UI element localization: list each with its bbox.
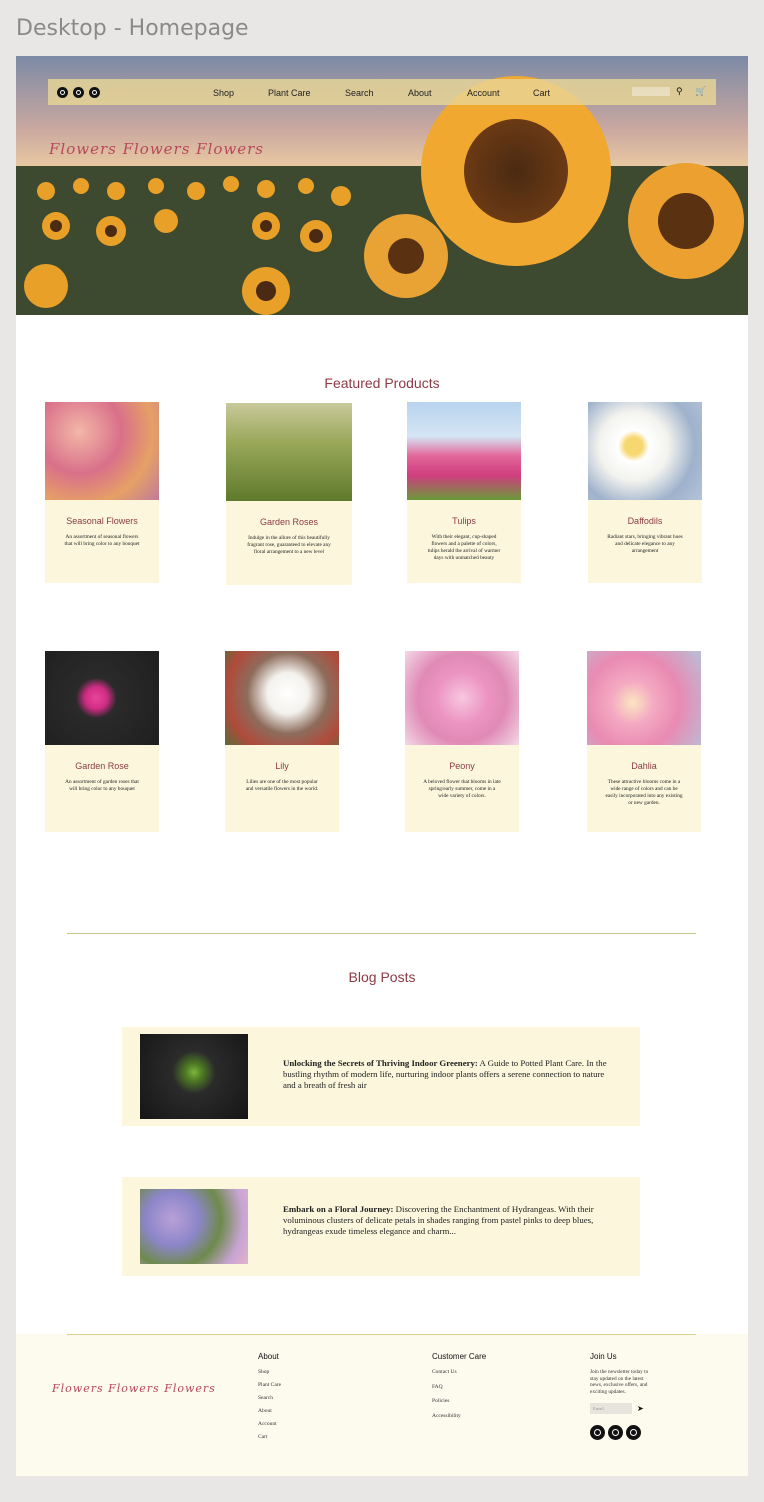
product-image [45,402,159,500]
footer-customer-care: Customer Care Contact Us FAQ Policies Ac… [432,1352,486,1427]
footer-brand: Flowers Flowers Flowers [52,1382,216,1395]
nav-account[interactable]: Account [467,88,500,98]
product-image [225,651,339,745]
footer-link[interactable]: Accessibility [432,1413,486,1428]
featured-title: Featured Products [324,375,440,391]
blog-excerpt: Embark on a Floral Journey: Discovering … [283,1204,594,1236]
product-image [407,402,521,500]
footer-about: About Shop Plant Care Search About Accou… [258,1352,281,1447]
nav-search[interactable]: Search [345,88,374,98]
pinterest-icon[interactable] [626,1425,641,1441]
footer-care-title: Customer Care [432,1352,487,1361]
nav-shop[interactable]: Shop [213,88,234,98]
product-desc: An assortment of garden roses that will … [65,779,139,792]
section-divider [67,933,696,934]
hero-banner: Shop Plant Care Search About Account Car… [16,56,748,315]
product-image [226,403,352,501]
product-desc: With their elegant, cup-shaped flowers a… [427,534,501,561]
product-card[interactable]: Lily Lilies are one of the most popular … [225,651,339,832]
product-image [588,402,702,500]
footer-about-title: About [258,1352,279,1361]
facebook-icon[interactable] [608,1425,623,1441]
product-name: Seasonal Flowers [66,516,138,526]
facebook-icon[interactable] [73,86,84,98]
blog-post[interactable]: Embark on a Floral Journey: Discovering … [122,1177,640,1276]
product-card[interactable]: Dahlia These attractive blooms come in a… [587,651,701,832]
product-name: Garden Rose [75,761,129,771]
homepage: Shop Plant Care Search About Account Car… [16,56,748,1476]
footer-join: Join Us Join the newsletter today to sta… [590,1352,650,1441]
footer-divider [67,1334,696,1335]
product-name: Garden Roses [259,517,319,527]
product-name: Dahlia [631,761,657,771]
top-navigation: Shop Plant Care Search About Account Car… [48,79,716,105]
product-image [45,651,159,745]
product-name: Lily [275,761,289,771]
product-card[interactable]: Peony A beloved flower that blooms in la… [405,651,519,832]
nav-about[interactable]: About [408,88,432,98]
pinterest-icon[interactable] [89,86,100,98]
frame-title: Desktop - Homepage [16,16,249,41]
product-image [587,651,701,745]
instagram-icon[interactable] [57,86,68,98]
product-desc: These attractive blooms come in a wide r… [605,779,683,806]
search-input[interactable] [632,87,670,96]
footer-link[interactable]: Contact Us [432,1369,486,1384]
blog-thumbnail [140,1034,248,1119]
product-desc: Indulge in the allure of this beautifull… [247,535,331,555]
footer-link[interactable]: Cart [258,1434,281,1447]
product-card[interactable]: Seasonal Flowers An assortment of season… [45,402,159,583]
product-card[interactable]: Garden Rose An assortment of garden rose… [45,651,159,832]
footer-link[interactable]: Plant Care [258,1382,281,1395]
product-card[interactable]: Daffodils Radiant stars, bringing vibran… [588,402,702,583]
blog-excerpt: Unlocking the Secrets of Thriving Indoor… [283,1058,607,1090]
product-desc: Radiant stars, bringing vibrant hues and… [607,534,683,554]
footer-link[interactable]: FAQ [432,1384,486,1399]
product-desc: An assortment of seasonal flowers that w… [64,534,140,547]
instagram-icon[interactable] [590,1425,605,1441]
newsletter-email-input[interactable]: Email [590,1403,632,1415]
send-icon[interactable]: ➤ [637,1404,644,1413]
footer-join-title: Join Us [590,1352,617,1361]
product-desc: Lilies are one of the most popular and v… [245,779,319,792]
blog-thumbnail [140,1189,248,1264]
product-name: Daffodils [627,516,663,526]
newsletter-text: Join the newsletter today to stay update… [590,1369,649,1395]
product-name: Peony [449,761,475,771]
nav-cart[interactable]: Cart [533,88,550,98]
blog-title: Blog Posts [348,969,416,985]
cart-icon[interactable]: 🛒 [695,86,706,97]
product-name: Tulips [452,516,476,526]
product-card[interactable]: Garden Roses Indulge in the allure of th… [226,403,352,585]
product-desc: A beloved flower that blooms in late spr… [423,779,501,799]
footer-link[interactable]: About [258,1408,281,1421]
blog-post[interactable]: Unlocking the Secrets of Thriving Indoor… [122,1027,640,1126]
footer-link[interactable]: Shop [258,1369,281,1382]
search-icon[interactable]: ⚲ [676,86,683,97]
footer: Flowers Flowers Flowers About Shop Plant… [16,1334,748,1476]
hero-brand: Flowers Flowers Flowers [49,140,264,158]
product-image [405,651,519,745]
footer-link[interactable]: Policies [432,1398,486,1413]
footer-link[interactable]: Account [258,1421,281,1434]
product-card[interactable]: Tulips With their elegant, cup-shaped fl… [407,402,521,583]
nav-plant-care[interactable]: Plant Care [268,88,311,98]
footer-link[interactable]: Search [258,1395,281,1408]
